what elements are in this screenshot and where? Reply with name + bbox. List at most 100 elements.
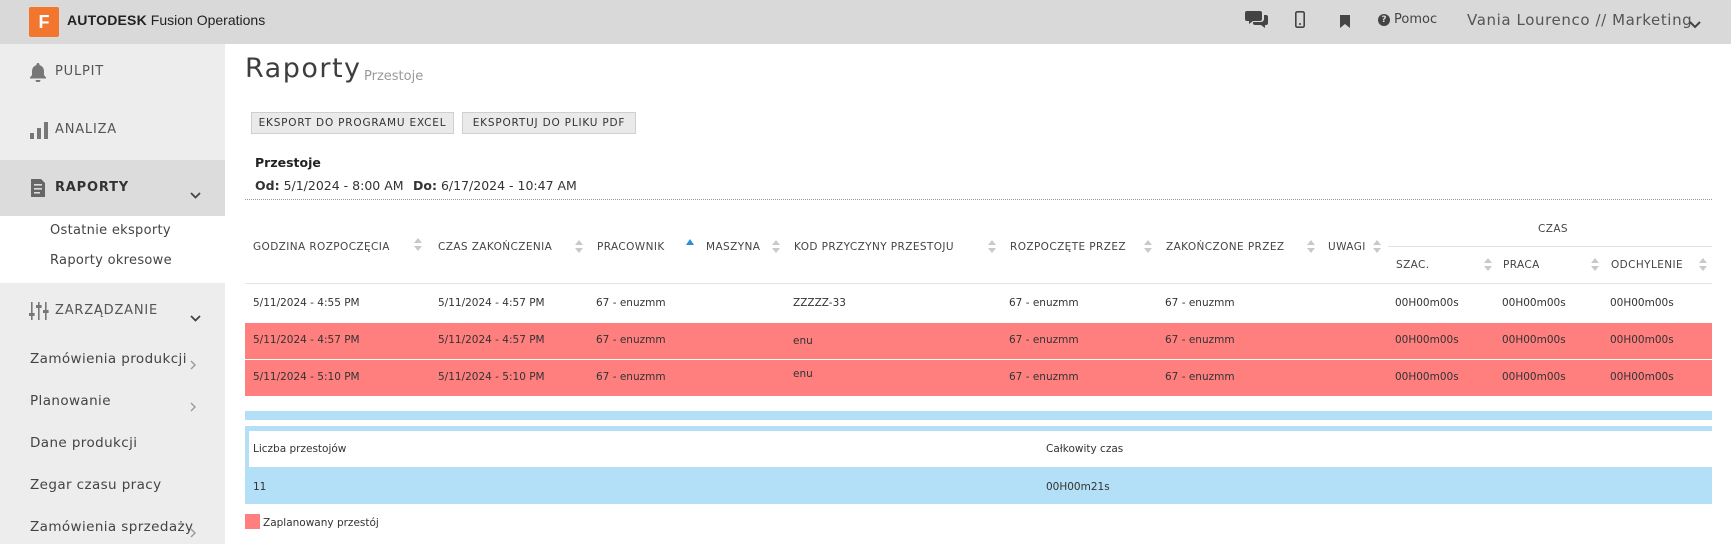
- sort-icon[interactable]: [414, 238, 422, 252]
- chevron-down-icon: [190, 184, 201, 203]
- divider: [245, 199, 1712, 200]
- submenu-item-periodic-reports[interactable]: Raporty okresowe: [50, 253, 172, 268]
- sidebar-item-label: RAPORTY: [55, 180, 129, 195]
- question-circle-icon: ?: [1378, 14, 1390, 26]
- sort-icon[interactable]: [1484, 258, 1492, 272]
- fusion-logo-icon[interactable]: F: [29, 7, 59, 37]
- column-header-notes[interactable]: UWAGI: [1328, 241, 1366, 253]
- chevron-right-icon[interactable]: [190, 355, 196, 374]
- top-bar: F AUTODESK Fusion Operations ? Pomoc Vani…: [0, 0, 1731, 44]
- summary-panel: Liczba przestojów Całkowity czas 11 00H0…: [245, 426, 1712, 504]
- cell-work: 00H00m00s: [1502, 334, 1566, 346]
- date-from: Od: 5/1/2024 - 8:00 AM: [255, 178, 404, 193]
- sidebar-item-pulpit[interactable]: PULPIT: [0, 44, 225, 102]
- date-to: Do: 6/17/2024 - 10:47 AM: [413, 178, 577, 193]
- sidebar-item-sales-orders[interactable]: Zamówienia sprzedaży: [30, 519, 193, 535]
- cell-work: 00H00m00s: [1502, 371, 1566, 383]
- cell-estimated: 00H00m00s: [1395, 334, 1459, 346]
- cell-reason: enu: [793, 368, 813, 380]
- chat-icon[interactable]: [1245, 9, 1269, 33]
- column-header-start-time[interactable]: GODZINA ROZPOCZĘCIA: [253, 241, 390, 253]
- sidebar-item-production-orders[interactable]: Zamówienia produkcji: [30, 351, 187, 367]
- cell-worker: 67 - enuzmm: [596, 334, 666, 346]
- sliders-icon: [29, 301, 49, 325]
- legend-swatch: [245, 514, 260, 529]
- column-header-work[interactable]: PRACA: [1503, 259, 1540, 271]
- app-title[interactable]: AUTODESK Fusion Operations: [67, 12, 265, 28]
- column-group-time: CZAS: [1538, 223, 1568, 235]
- table-row-planned[interactable]: 5/11/2024 - 4:57 PM 5/11/2024 - 4:57 PM …: [245, 323, 1712, 359]
- column-header-worker[interactable]: PRACOWNIK: [597, 241, 665, 253]
- cell-worker: 67 - enuzmm: [596, 297, 666, 309]
- submenu-item-recent-exports[interactable]: Ostatnie eksporty: [50, 223, 171, 238]
- cell-end: 5/11/2024 - 5:10 PM: [438, 371, 545, 383]
- sort-icon[interactable]: [1591, 258, 1599, 272]
- legend-label: Zaplanowany przestój: [263, 517, 379, 529]
- total-time-value: 00H00m21s: [1046, 481, 1110, 493]
- sidebar-item-zarzadzanie[interactable]: ZARZĄDZANIE: [0, 283, 225, 341]
- sort-icon[interactable]: [1144, 240, 1152, 254]
- chevron-right-icon[interactable]: [190, 397, 196, 416]
- cell-deviation: 00H00m00s: [1610, 334, 1674, 346]
- summary-spacer-bar: [245, 411, 1712, 420]
- sidebar-item-raporty[interactable]: RAPORTY: [0, 160, 225, 218]
- cell-estimated: 00H00m00s: [1395, 371, 1459, 383]
- export-pdf-button[interactable]: EKSPORTUJ DO PLIKU PDF: [462, 112, 636, 134]
- from-label: Od:: [255, 178, 280, 193]
- chevron-down-icon[interactable]: [1689, 14, 1701, 33]
- downtime-count-value: 11: [253, 481, 267, 493]
- table-row[interactable]: 5/11/2024 - 4:55 PM 5/11/2024 - 4:57 PM …: [245, 286, 1712, 322]
- header-divider: [245, 283, 1712, 284]
- cell-start: 5/11/2024 - 5:10 PM: [253, 371, 360, 383]
- summary-header-row: Liczba przestojów Całkowity czas: [249, 431, 1712, 467]
- sort-icon[interactable]: [772, 240, 780, 254]
- column-header-started-by[interactable]: ROZPOCZĘTE PRZEZ: [1010, 241, 1126, 253]
- from-value: 5/1/2024 - 8:00 AM: [283, 178, 404, 193]
- sidebar-item-label: ZARZĄDZANIE: [55, 303, 159, 318]
- chevron-right-icon[interactable]: [190, 523, 196, 542]
- column-header-deviation[interactable]: ODCHYLENIE: [1611, 259, 1683, 271]
- cell-estimated: 00H00m00s: [1395, 297, 1459, 309]
- report-icon: [29, 178, 47, 202]
- sort-ascending-icon[interactable]: [686, 239, 694, 245]
- sidebar-item-label: PULPIT: [55, 64, 105, 79]
- bar-chart-icon: [29, 120, 49, 144]
- brand-name: AUTODESK: [67, 12, 147, 28]
- sidebar-item-analiza[interactable]: ANALIZA: [0, 102, 225, 160]
- report-name: Przestoje: [255, 155, 321, 170]
- cell-ended-by: 67 - enuzmm: [1165, 297, 1235, 309]
- cell-reason: enu: [793, 335, 813, 347]
- sort-icon[interactable]: [575, 240, 583, 254]
- sort-icon[interactable]: [1307, 240, 1315, 254]
- sort-icon[interactable]: [988, 240, 996, 254]
- user-menu[interactable]: Vania Lourenco // Marketing: [1467, 11, 1692, 29]
- sidebar-item-time-clock[interactable]: Zegar czasu pracy: [30, 477, 162, 493]
- total-time-label: Całkowity czas: [1046, 443, 1124, 455]
- mobile-icon[interactable]: [1295, 11, 1305, 32]
- column-header-machine[interactable]: MASZYNA: [706, 241, 760, 253]
- cell-started-by: 67 - enuzmm: [1009, 297, 1079, 309]
- sidebar-item-label: ANALIZA: [55, 122, 117, 137]
- export-excel-button[interactable]: EKSPORT DO PROGRAMU EXCEL: [251, 112, 454, 134]
- cell-started-by: 67 - enuzmm: [1009, 371, 1079, 383]
- table-row-planned[interactable]: 5/11/2024 - 5:10 PM 5/11/2024 - 5:10 PM …: [245, 360, 1712, 396]
- to-value: 6/17/2024 - 10:47 AM: [440, 178, 577, 193]
- sort-icon[interactable]: [1373, 240, 1381, 254]
- sidebar: PULPIT ANALIZA RAPORTY Ostatnie eksporty…: [0, 44, 225, 544]
- cell-deviation: 00H00m00s: [1610, 371, 1674, 383]
- column-header-reason-code[interactable]: KOD PRZYCZYNY PRZESTOJU: [794, 241, 954, 253]
- product-name: Fusion Operations: [150, 12, 266, 28]
- help-label: Pomoc: [1394, 12, 1438, 27]
- column-header-ended-by[interactable]: ZAKOŃCZONE PRZEZ: [1166, 241, 1284, 253]
- column-header-estimated[interactable]: SZAC.: [1396, 259, 1430, 271]
- column-header-end-time[interactable]: CZAS ZAKOŃCZENIA: [438, 241, 552, 253]
- sort-icon[interactable]: [1699, 258, 1707, 272]
- to-label: Do:: [413, 178, 437, 193]
- sidebar-item-planning[interactable]: Planowanie: [30, 393, 111, 409]
- bookmark-icon[interactable]: [1340, 13, 1350, 32]
- sidebar-item-production-data[interactable]: Dane produkcji: [30, 435, 137, 451]
- cell-start: 5/11/2024 - 4:57 PM: [253, 334, 360, 346]
- cell-start: 5/11/2024 - 4:55 PM: [253, 297, 360, 309]
- cell-worker: 67 - enuzmm: [596, 371, 666, 383]
- help-link[interactable]: ? Pomoc: [1378, 12, 1437, 27]
